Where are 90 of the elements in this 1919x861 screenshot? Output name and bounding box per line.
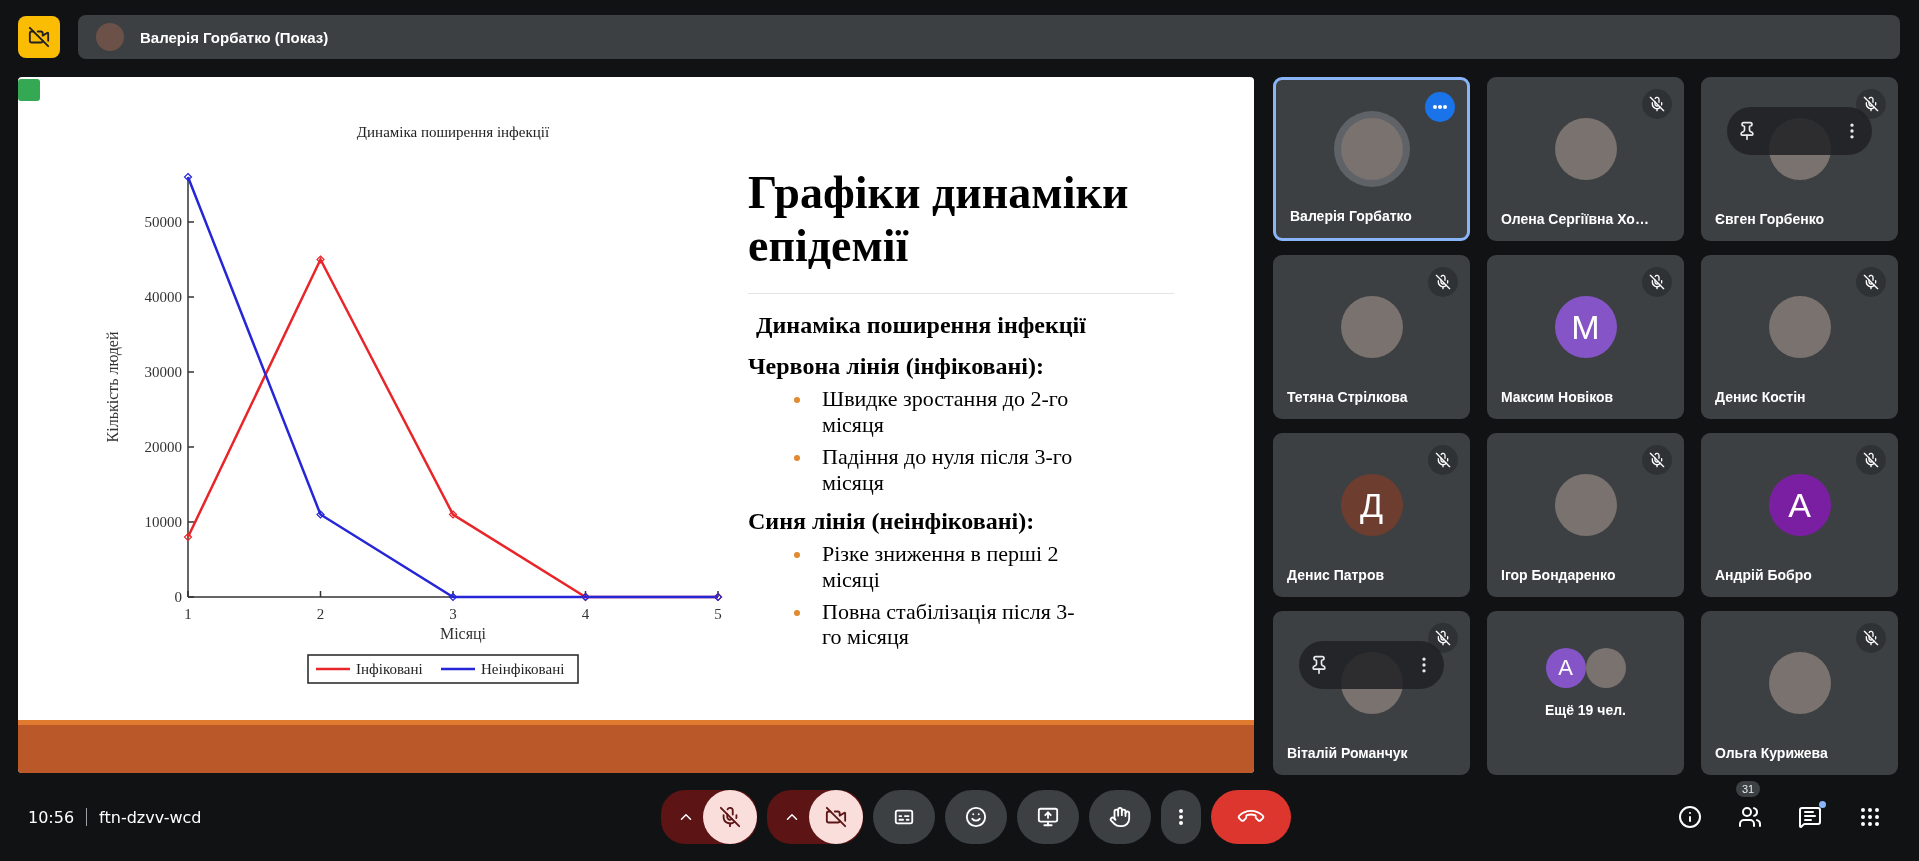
slide-subtitle: Динаміка поширення інфекції bbox=[756, 311, 1087, 339]
participant-name: Максим Новіков bbox=[1501, 389, 1614, 405]
participant-name: Денис Патров bbox=[1287, 567, 1385, 583]
people-icon bbox=[1738, 805, 1762, 829]
participant-tile[interactable]: Валерія Горбатко bbox=[1273, 77, 1470, 241]
camera-button[interactable] bbox=[809, 790, 863, 844]
bullet-icon bbox=[794, 396, 800, 403]
raise-hand-button[interactable] bbox=[1089, 790, 1151, 844]
participant-tile[interactable]: Олена Сергіївна Хо… bbox=[1487, 77, 1684, 241]
participant-tile[interactable]: Тетяна Стрілкова bbox=[1273, 255, 1470, 419]
letter-avatar: A bbox=[1545, 648, 1586, 688]
legend-label: Інфіковані bbox=[356, 661, 423, 677]
letter-avatar: M bbox=[1554, 296, 1617, 358]
x-tick-label: 4 bbox=[581, 606, 590, 622]
y-tick-label: 10000 bbox=[144, 514, 182, 530]
chart-title: Динаміка поширення інфекції bbox=[356, 124, 550, 140]
legend-line bbox=[441, 667, 475, 671]
participant-name: Ольга Курижева bbox=[1715, 745, 1828, 761]
camera-off-icon bbox=[825, 806, 847, 828]
clock-time: 10:56 bbox=[28, 807, 75, 827]
count-badge: 31 bbox=[1736, 781, 1761, 797]
y-tick-label: 30000 bbox=[144, 364, 182, 380]
participant-tile[interactable]: Д Денис Патров bbox=[1273, 433, 1470, 597]
bullet-icon bbox=[794, 609, 800, 616]
participant-tile[interactable]: Євген Горбенко bbox=[1701, 77, 1898, 241]
emoji-button[interactable] bbox=[945, 790, 1007, 844]
participant-name: Ігор Бондаренко bbox=[1501, 567, 1616, 583]
meeting-code: ftn-dzvv-wcd bbox=[99, 807, 202, 827]
presentation-off-icon bbox=[28, 26, 50, 48]
y-axis-label: Кількість людей bbox=[104, 331, 121, 443]
more-participants-label: Ещё 19 чел. bbox=[1545, 702, 1626, 718]
participant-tile[interactable]: Віталій Романчук bbox=[1273, 611, 1470, 775]
x-tick-label: 2 bbox=[316, 606, 325, 622]
presenter-name: Валерія Горбатко (Показ) bbox=[140, 28, 329, 46]
ellipsis-icon bbox=[1433, 105, 1447, 109]
chat-icon bbox=[1798, 805, 1822, 829]
section-heading: Синя лінія (неінфіковані): bbox=[748, 507, 1036, 535]
participant-name: Євген Горбенко bbox=[1715, 211, 1825, 227]
captions-button[interactable] bbox=[873, 790, 935, 844]
participant-tile[interactable]: A Ещё 19 чел. bbox=[1487, 611, 1684, 775]
mic-off-icon bbox=[719, 806, 741, 828]
more-button[interactable] bbox=[1161, 790, 1201, 844]
end-call-button[interactable] bbox=[1211, 790, 1291, 844]
participant-name: Віталій Романчук bbox=[1287, 745, 1408, 761]
smiley-icon bbox=[965, 806, 987, 828]
pin-icon[interactable] bbox=[1309, 655, 1329, 675]
participant-tile[interactable]: А Андрій Бобро bbox=[1701, 433, 1898, 597]
bullet-text: Різке зниження в перші 2 місяці bbox=[822, 540, 1060, 593]
participant-name: Тетяна Стрілкова bbox=[1287, 389, 1408, 405]
more-options-button[interactable] bbox=[1425, 92, 1455, 122]
bullet-icon bbox=[794, 454, 800, 461]
legend-label: Неінфіковані bbox=[481, 661, 565, 677]
grid-icon bbox=[1858, 805, 1882, 829]
bullet-text: Швидке зростання до 2-го місяця bbox=[822, 385, 1070, 438]
x-tick-label: 3 bbox=[449, 606, 457, 622]
slide-title: Графіки динаміки епідемії bbox=[748, 167, 1174, 294]
x-tick-label: 1 bbox=[184, 606, 192, 622]
photo-placeholder bbox=[1340, 118, 1403, 180]
bullet-text: Падіння до нуля після 3-го місяця bbox=[822, 443, 1074, 496]
x-tick-label: 5 bbox=[714, 606, 722, 622]
section-heading: Червона лінія (інфіковані): bbox=[748, 352, 1045, 380]
bullet-text: Повна стабілізація після 3-го місяця bbox=[822, 598, 1076, 651]
participant-name: Валерія Горбатко bbox=[1290, 208, 1412, 224]
participant-tile[interactable]: Ігор Бондаренко bbox=[1487, 433, 1684, 597]
presentation-toggle-button[interactable] bbox=[18, 16, 60, 58]
participant-tile[interactable]: Денис Костін bbox=[1701, 255, 1898, 419]
photo-placeholder bbox=[1585, 648, 1626, 688]
y-tick-label: 20000 bbox=[144, 439, 182, 455]
y-tick-label: 40000 bbox=[144, 289, 182, 305]
participant-name: Олена Сергіївна Хо… bbox=[1501, 211, 1649, 227]
info-icon bbox=[1678, 805, 1702, 829]
letter-avatar: А bbox=[1768, 474, 1831, 536]
y-tick-label: 50000 bbox=[144, 214, 182, 230]
present-button[interactable] bbox=[1017, 790, 1079, 844]
pin-icon[interactable] bbox=[1737, 121, 1757, 141]
x-axis-label: Місяці bbox=[439, 625, 487, 642]
participant-name: Андрій Бобро bbox=[1715, 567, 1812, 583]
participant-name: Денис Костін bbox=[1715, 389, 1806, 405]
legend-line bbox=[316, 667, 350, 671]
participant-tile[interactable]: Ольга Курижева bbox=[1701, 611, 1898, 775]
hand-icon bbox=[1109, 806, 1131, 828]
more-icon bbox=[1179, 809, 1183, 825]
mic-button[interactable] bbox=[703, 790, 757, 844]
letter-avatar: Д bbox=[1340, 474, 1403, 536]
photo-placeholder bbox=[96, 23, 124, 51]
y-tick-label: 0 bbox=[174, 589, 182, 605]
participant-tile[interactable]: M Максим Новіков bbox=[1487, 255, 1684, 419]
bullet-icon bbox=[794, 551, 800, 558]
app-icon bbox=[18, 79, 40, 101]
screen-share-icon bbox=[1037, 806, 1059, 828]
